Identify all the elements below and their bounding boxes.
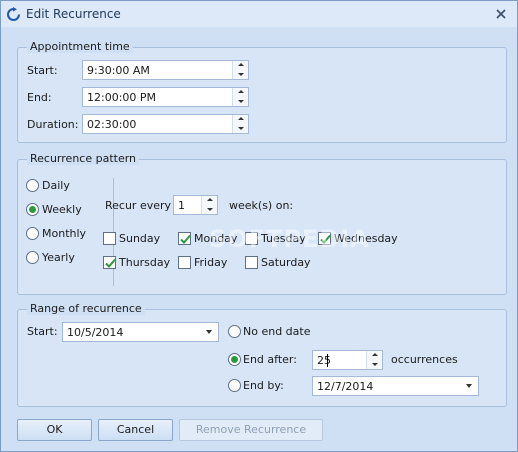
recur-every-label: Recur every	[105, 199, 172, 212]
checkbox-thursday-label: Thursday	[119, 256, 171, 269]
checkbox-monday-label: Monday	[194, 232, 238, 245]
end-after-field[interactable]: 25	[312, 350, 383, 370]
chevron-down-icon	[206, 330, 212, 334]
end-after-value: 25	[317, 354, 331, 367]
end-time-value: 12:00:00 PM	[87, 91, 157, 104]
start-time-spinner	[232, 61, 248, 79]
checkbox-monday[interactable]	[178, 232, 191, 245]
recur-every-value: 1	[178, 199, 185, 212]
spin-up-button[interactable]	[367, 351, 382, 360]
ok-button[interactable]: OK	[17, 419, 92, 441]
window-title: Edit Recurrence	[26, 7, 121, 21]
text-cursor	[327, 354, 328, 367]
checkbox-friday[interactable]	[178, 256, 191, 269]
radio-selected-dot	[231, 356, 238, 363]
radio-daily-label: Daily	[42, 179, 70, 192]
recurrence-pattern-group: Recurrence pattern Daily Weekly Monthly …	[17, 152, 507, 295]
radio-daily[interactable]	[26, 179, 39, 192]
checkbox-thursday[interactable]	[103, 256, 116, 269]
occurrences-label: occurrences	[391, 353, 458, 366]
start-time-value: 9:30:00 AM	[87, 64, 150, 77]
radio-no-end-date[interactable]	[228, 325, 241, 338]
spin-down-button[interactable]	[233, 124, 248, 133]
arrow-down-icon	[372, 363, 378, 366]
radio-end-by[interactable]	[228, 379, 241, 392]
checkbox-sunday[interactable]	[103, 232, 116, 245]
cancel-button[interactable]: Cancel	[98, 419, 173, 441]
range-of-recurrence-title: Range of recurrence	[27, 302, 145, 315]
radio-monthly-label: Monthly	[42, 227, 87, 240]
arrow-down-icon	[238, 127, 244, 130]
range-of-recurrence-group: Range of recurrence Start: 10/5/2014 No …	[17, 302, 507, 407]
dropdown-button[interactable]	[460, 377, 478, 395]
spin-down-button[interactable]	[367, 360, 382, 369]
close-icon[interactable]	[493, 6, 509, 22]
weeks-on-label: week(s) on:	[229, 199, 294, 212]
checkmark-icon	[320, 234, 331, 244]
checkbox-wednesday-label: Wednesday	[334, 232, 398, 245]
radio-weekly-label: Weekly	[42, 203, 82, 216]
chevron-down-icon	[466, 384, 472, 388]
end-time-spinner	[232, 88, 248, 106]
arrow-down-icon	[238, 73, 244, 76]
appointment-time-group: Appointment time Start: 9:30:00 AM End: …	[17, 40, 507, 143]
checkbox-sunday-label: Sunday	[119, 232, 161, 245]
recurrence-pattern-title: Recurrence pattern	[27, 152, 140, 165]
end-time-field[interactable]: 12:00:00 PM	[82, 87, 249, 107]
arrow-down-icon	[238, 100, 244, 103]
checkbox-saturday[interactable]	[245, 256, 258, 269]
radio-no-end-date-label: No end date	[243, 325, 311, 338]
dropdown-button[interactable]	[200, 323, 218, 341]
spin-down-button[interactable]	[233, 97, 248, 106]
appointment-time-title: Appointment time	[27, 40, 133, 53]
arrow-up-icon	[207, 198, 213, 201]
remove-recurrence-button[interactable]: Remove Recurrence	[179, 419, 323, 441]
range-start-label: Start:	[27, 325, 58, 338]
spin-down-button[interactable]	[233, 70, 248, 79]
arrow-up-icon	[238, 117, 244, 120]
radio-weekly[interactable]	[26, 203, 39, 216]
checkbox-saturday-label: Saturday	[261, 256, 311, 269]
end-by-dropdown[interactable]: 12/7/2014	[312, 376, 479, 396]
spin-down-button[interactable]	[202, 205, 217, 214]
spin-up-button[interactable]	[233, 88, 248, 97]
duration-field[interactable]: 02:30:00	[82, 114, 249, 134]
checkmark-icon	[105, 258, 116, 268]
duration-label: Duration:	[27, 118, 79, 131]
arrow-up-icon	[238, 63, 244, 66]
recur-every-spinner	[201, 196, 217, 214]
checkbox-tuesday[interactable]	[245, 232, 258, 245]
arrow-down-icon	[207, 208, 213, 211]
start-time-label: Start:	[27, 64, 58, 77]
checkmark-icon	[180, 234, 191, 244]
edit-recurrence-dialog: Edit Recurrence Appointment time Start: …	[0, 0, 518, 452]
radio-yearly-label: Yearly	[42, 251, 75, 264]
range-start-value: 10/5/2014	[67, 326, 124, 339]
end-after-spinner	[366, 351, 382, 369]
start-time-field[interactable]: 9:30:00 AM	[82, 60, 249, 80]
end-time-label: End:	[27, 91, 52, 104]
recurrence-icon	[6, 7, 21, 22]
radio-monthly[interactable]	[26, 227, 39, 240]
radio-end-after[interactable]	[228, 353, 241, 366]
spin-up-button[interactable]	[202, 196, 217, 205]
radio-selected-dot	[29, 206, 36, 213]
title-bar: Edit Recurrence	[1, 1, 517, 27]
range-start-dropdown[interactable]: 10/5/2014	[62, 322, 219, 342]
arrow-up-icon	[238, 90, 244, 93]
arrow-up-icon	[372, 353, 378, 356]
radio-end-after-label: End after:	[243, 353, 297, 366]
recur-every-field[interactable]: 1	[173, 195, 218, 215]
radio-yearly[interactable]	[26, 251, 39, 264]
checkbox-wednesday[interactable]	[318, 232, 331, 245]
spin-up-button[interactable]	[233, 61, 248, 70]
duration-value: 02:30:00	[87, 118, 137, 131]
end-by-value: 12/7/2014	[317, 380, 374, 393]
checkbox-tuesday-label: Tuesday	[261, 232, 306, 245]
duration-spinner	[232, 115, 248, 133]
checkbox-friday-label: Friday	[194, 256, 228, 269]
spin-up-button[interactable]	[233, 115, 248, 124]
radio-end-by-label: End by:	[243, 379, 284, 392]
